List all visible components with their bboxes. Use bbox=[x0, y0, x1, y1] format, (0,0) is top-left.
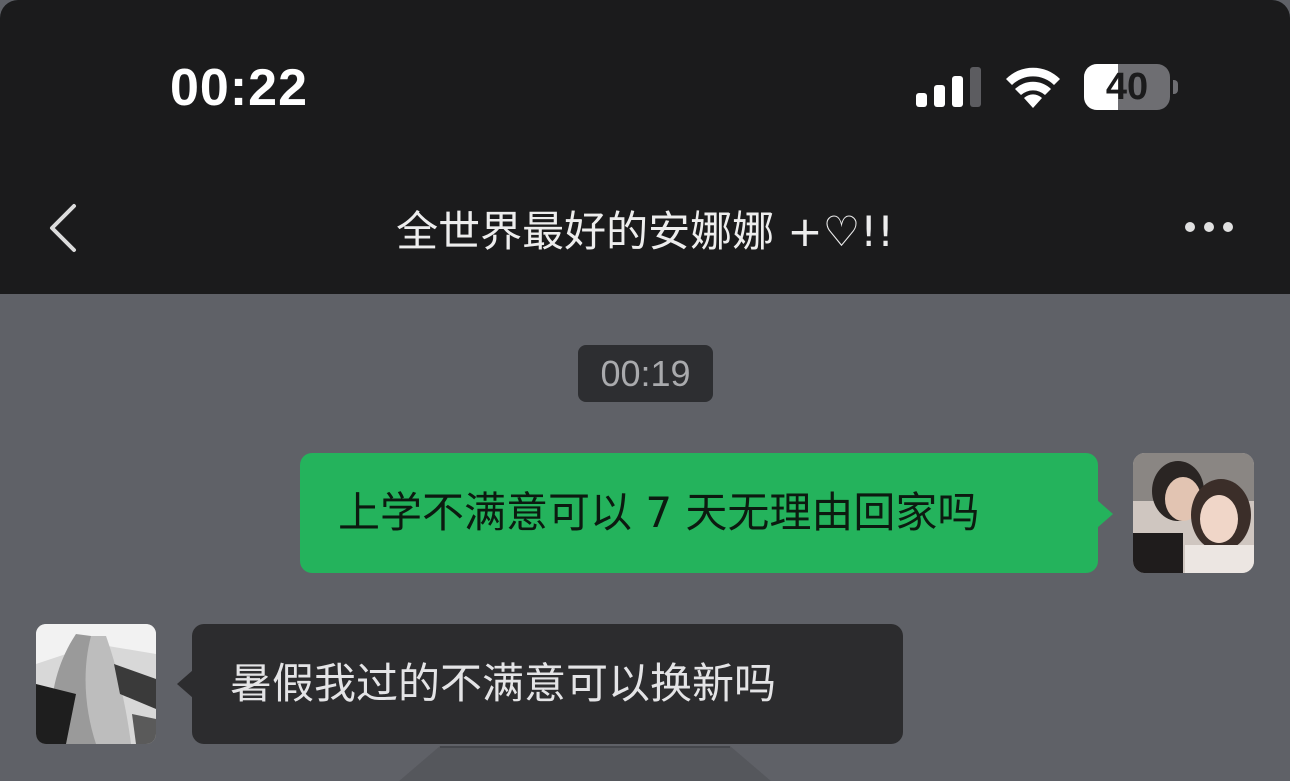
chevron-left-icon bbox=[50, 204, 76, 252]
battery-indicator: 40 bbox=[1084, 64, 1178, 110]
outgoing-message-bubble[interactable]: 上学不满意可以 7 天无理由回家吗 bbox=[300, 453, 1098, 573]
message-timestamp: 00:19 bbox=[578, 345, 713, 402]
more-button[interactable] bbox=[1180, 212, 1240, 242]
chat-screen: 00:22 40 全世界最好的安娜娜 +♡!! 00:19 上学不满意可以 7 … bbox=[0, 0, 1290, 781]
chat-title: 全世界最好的安娜娜 +♡!! bbox=[396, 207, 894, 256]
outgoing-bubble-tail bbox=[1097, 500, 1113, 528]
incoming-bubble-tail bbox=[177, 670, 193, 698]
wifi-icon bbox=[1006, 67, 1060, 108]
my-avatar[interactable] bbox=[1133, 453, 1254, 573]
status-time: 00:22 bbox=[170, 59, 308, 117]
battery-cap bbox=[1173, 80, 1178, 94]
back-button[interactable] bbox=[44, 200, 84, 256]
more-dots-icon bbox=[1185, 222, 1233, 232]
top-bar: 00:22 40 全世界最好的安娜娜 +♡!! bbox=[0, 0, 1290, 294]
battery-level: 40 bbox=[1105, 66, 1149, 108]
next-message-image-preview[interactable] bbox=[300, 746, 800, 781]
cellular-signal-icon bbox=[916, 67, 981, 107]
contact-avatar[interactable] bbox=[36, 624, 156, 744]
incoming-message-bubble[interactable]: 暑假我过的不满意可以换新吗 bbox=[192, 624, 903, 744]
battery-body: 40 bbox=[1084, 64, 1170, 110]
